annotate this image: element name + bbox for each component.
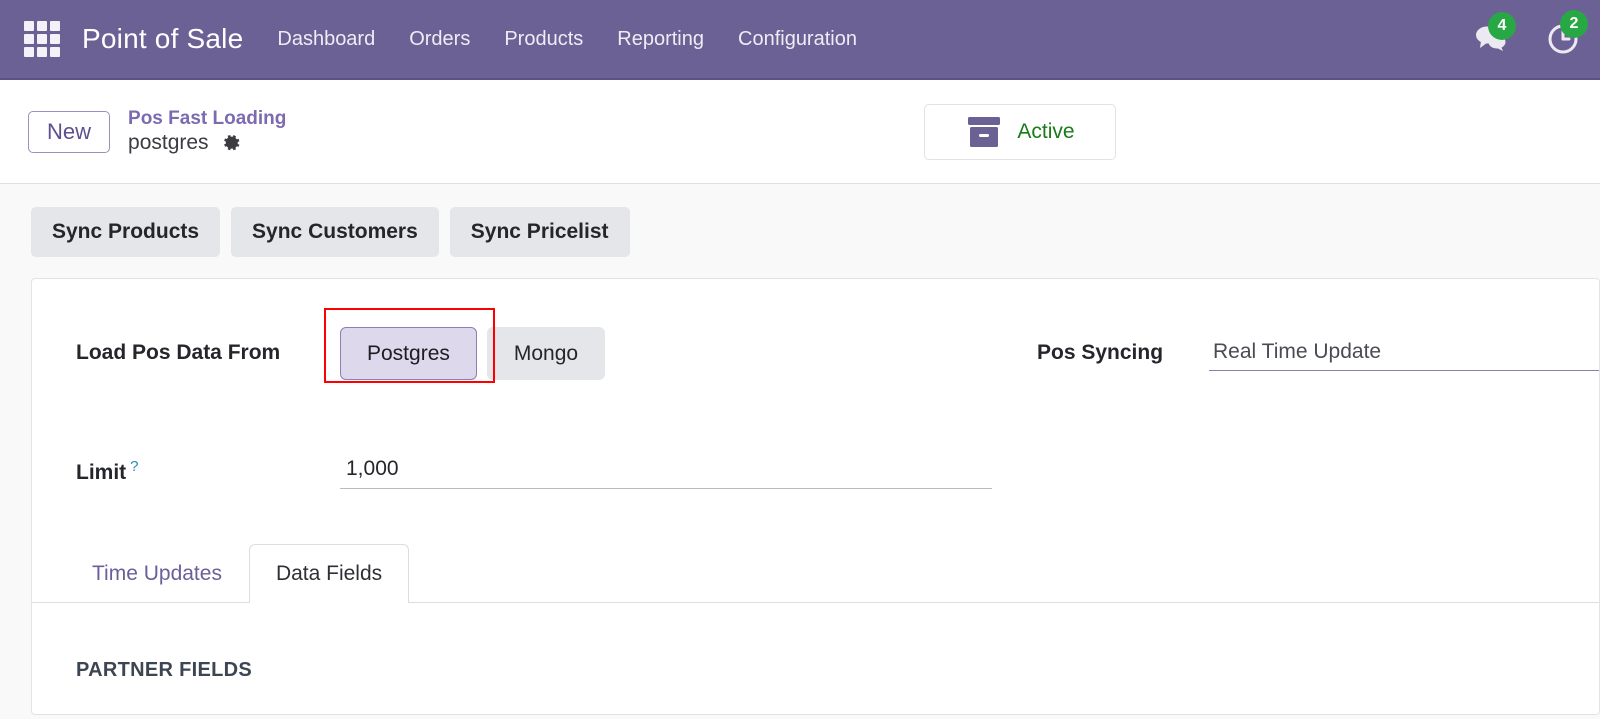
sync-pricelist-button[interactable]: Sync Pricelist [449, 207, 630, 258]
option-mongo[interactable]: Mongo [486, 326, 606, 380]
apps-grid-cell [24, 34, 34, 44]
status-badge[interactable]: Active [924, 104, 1116, 160]
menu-item-configuration[interactable]: Configuration [738, 28, 857, 51]
notebook-tabs: Time Updates Data Fields [32, 543, 1599, 604]
navbar-right-tools: 4 2 [1474, 10, 1588, 56]
apps-grid-cell [50, 34, 60, 44]
field-pos-syncing: Pos Syncing Real Time Update [1037, 317, 1599, 389]
limit-label: Limit? [76, 458, 340, 485]
menu-item-dashboard[interactable]: Dashboard [277, 28, 375, 51]
messages-count-badge: 4 [1488, 12, 1516, 40]
form-sheet: Load Pos Data From Postgres Mongo Limit? [31, 278, 1600, 716]
breadcrumb: Pos Fast Loading postgres [128, 108, 286, 156]
partner-fields-section-title: PARTNER FIELDS [76, 659, 253, 682]
control-panel: New Pos Fast Loading postgres Active [0, 80, 1600, 184]
sync-customers-button[interactable]: Sync Customers [231, 207, 439, 258]
tab-data-fields[interactable]: Data Fields [248, 544, 410, 604]
limit-input[interactable] [340, 453, 992, 490]
new-button[interactable]: New [28, 110, 111, 153]
status-badge-label: Active [1017, 120, 1075, 143]
breadcrumb-current-row: postgres [128, 131, 286, 155]
apps-grid-cell [50, 47, 60, 57]
load-pos-data-from-label: Load Pos Data From [76, 341, 281, 365]
gear-icon[interactable] [220, 132, 242, 154]
load-pos-data-from-options: Postgres Mongo [340, 326, 606, 380]
form-column-left: Load Pos Data From Postgres Mongo Limit? [76, 307, 1037, 507]
main-menu: Dashboard Orders Products Reporting Conf… [277, 28, 857, 51]
messages-menu[interactable]: 4 [1474, 12, 1516, 54]
top-navbar: Point of Sale Dashboard Orders Products … [0, 0, 1600, 80]
apps-grid-cell [37, 47, 47, 57]
apps-grid-cell [24, 21, 34, 31]
menu-item-reporting[interactable]: Reporting [617, 28, 704, 51]
apps-grid-cell [50, 21, 60, 31]
menu-item-products[interactable]: Products [504, 28, 583, 51]
apps-grid-cell [24, 47, 34, 57]
notebook-page-data-fields: PARTNER FIELDS [32, 603, 1599, 682]
field-limit: Limit? [76, 435, 1037, 507]
sync-products-button[interactable]: Sync Products [31, 207, 221, 258]
menu-item-orders[interactable]: Orders [409, 28, 470, 51]
limit-label-text: Limit [76, 460, 127, 484]
activities-menu[interactable]: 2 [1546, 10, 1588, 56]
app-brand-title[interactable]: Point of Sale [82, 23, 243, 55]
record-title: postgres [128, 131, 209, 155]
notebook: Time Updates Data Fields PARTNER FIELDS [32, 543, 1599, 682]
form-column-right: Pos Syncing Real Time Update [1037, 317, 1599, 507]
field-load-pos-data-from: Load Pos Data From Postgres Mongo [76, 307, 1037, 389]
pos-syncing-label: Pos Syncing [1037, 341, 1164, 365]
question-mark-icon[interactable]: ? [130, 458, 138, 475]
option-postgres[interactable]: Postgres [340, 326, 477, 380]
tab-time-updates[interactable]: Time Updates [65, 544, 249, 603]
form-columns: Load Pos Data From Postgres Mongo Limit? [32, 307, 1599, 507]
apps-grid-cell [37, 21, 47, 31]
apps-grid-cell [37, 34, 47, 44]
pos-syncing-select[interactable]: Real Time Update [1209, 335, 1599, 371]
breadcrumb-parent-link[interactable]: Pos Fast Loading [128, 108, 286, 130]
page-body: Sync Products Sync Customers Sync Pricel… [0, 184, 1600, 719]
action-button-box: Sync Products Sync Customers Sync Pricel… [0, 184, 1600, 258]
load-pos-data-from-control: Postgres Mongo [324, 307, 606, 383]
activities-count-badge: 2 [1560, 10, 1588, 38]
apps-grid-icon[interactable] [24, 21, 60, 57]
archive-box-icon [968, 117, 1001, 147]
